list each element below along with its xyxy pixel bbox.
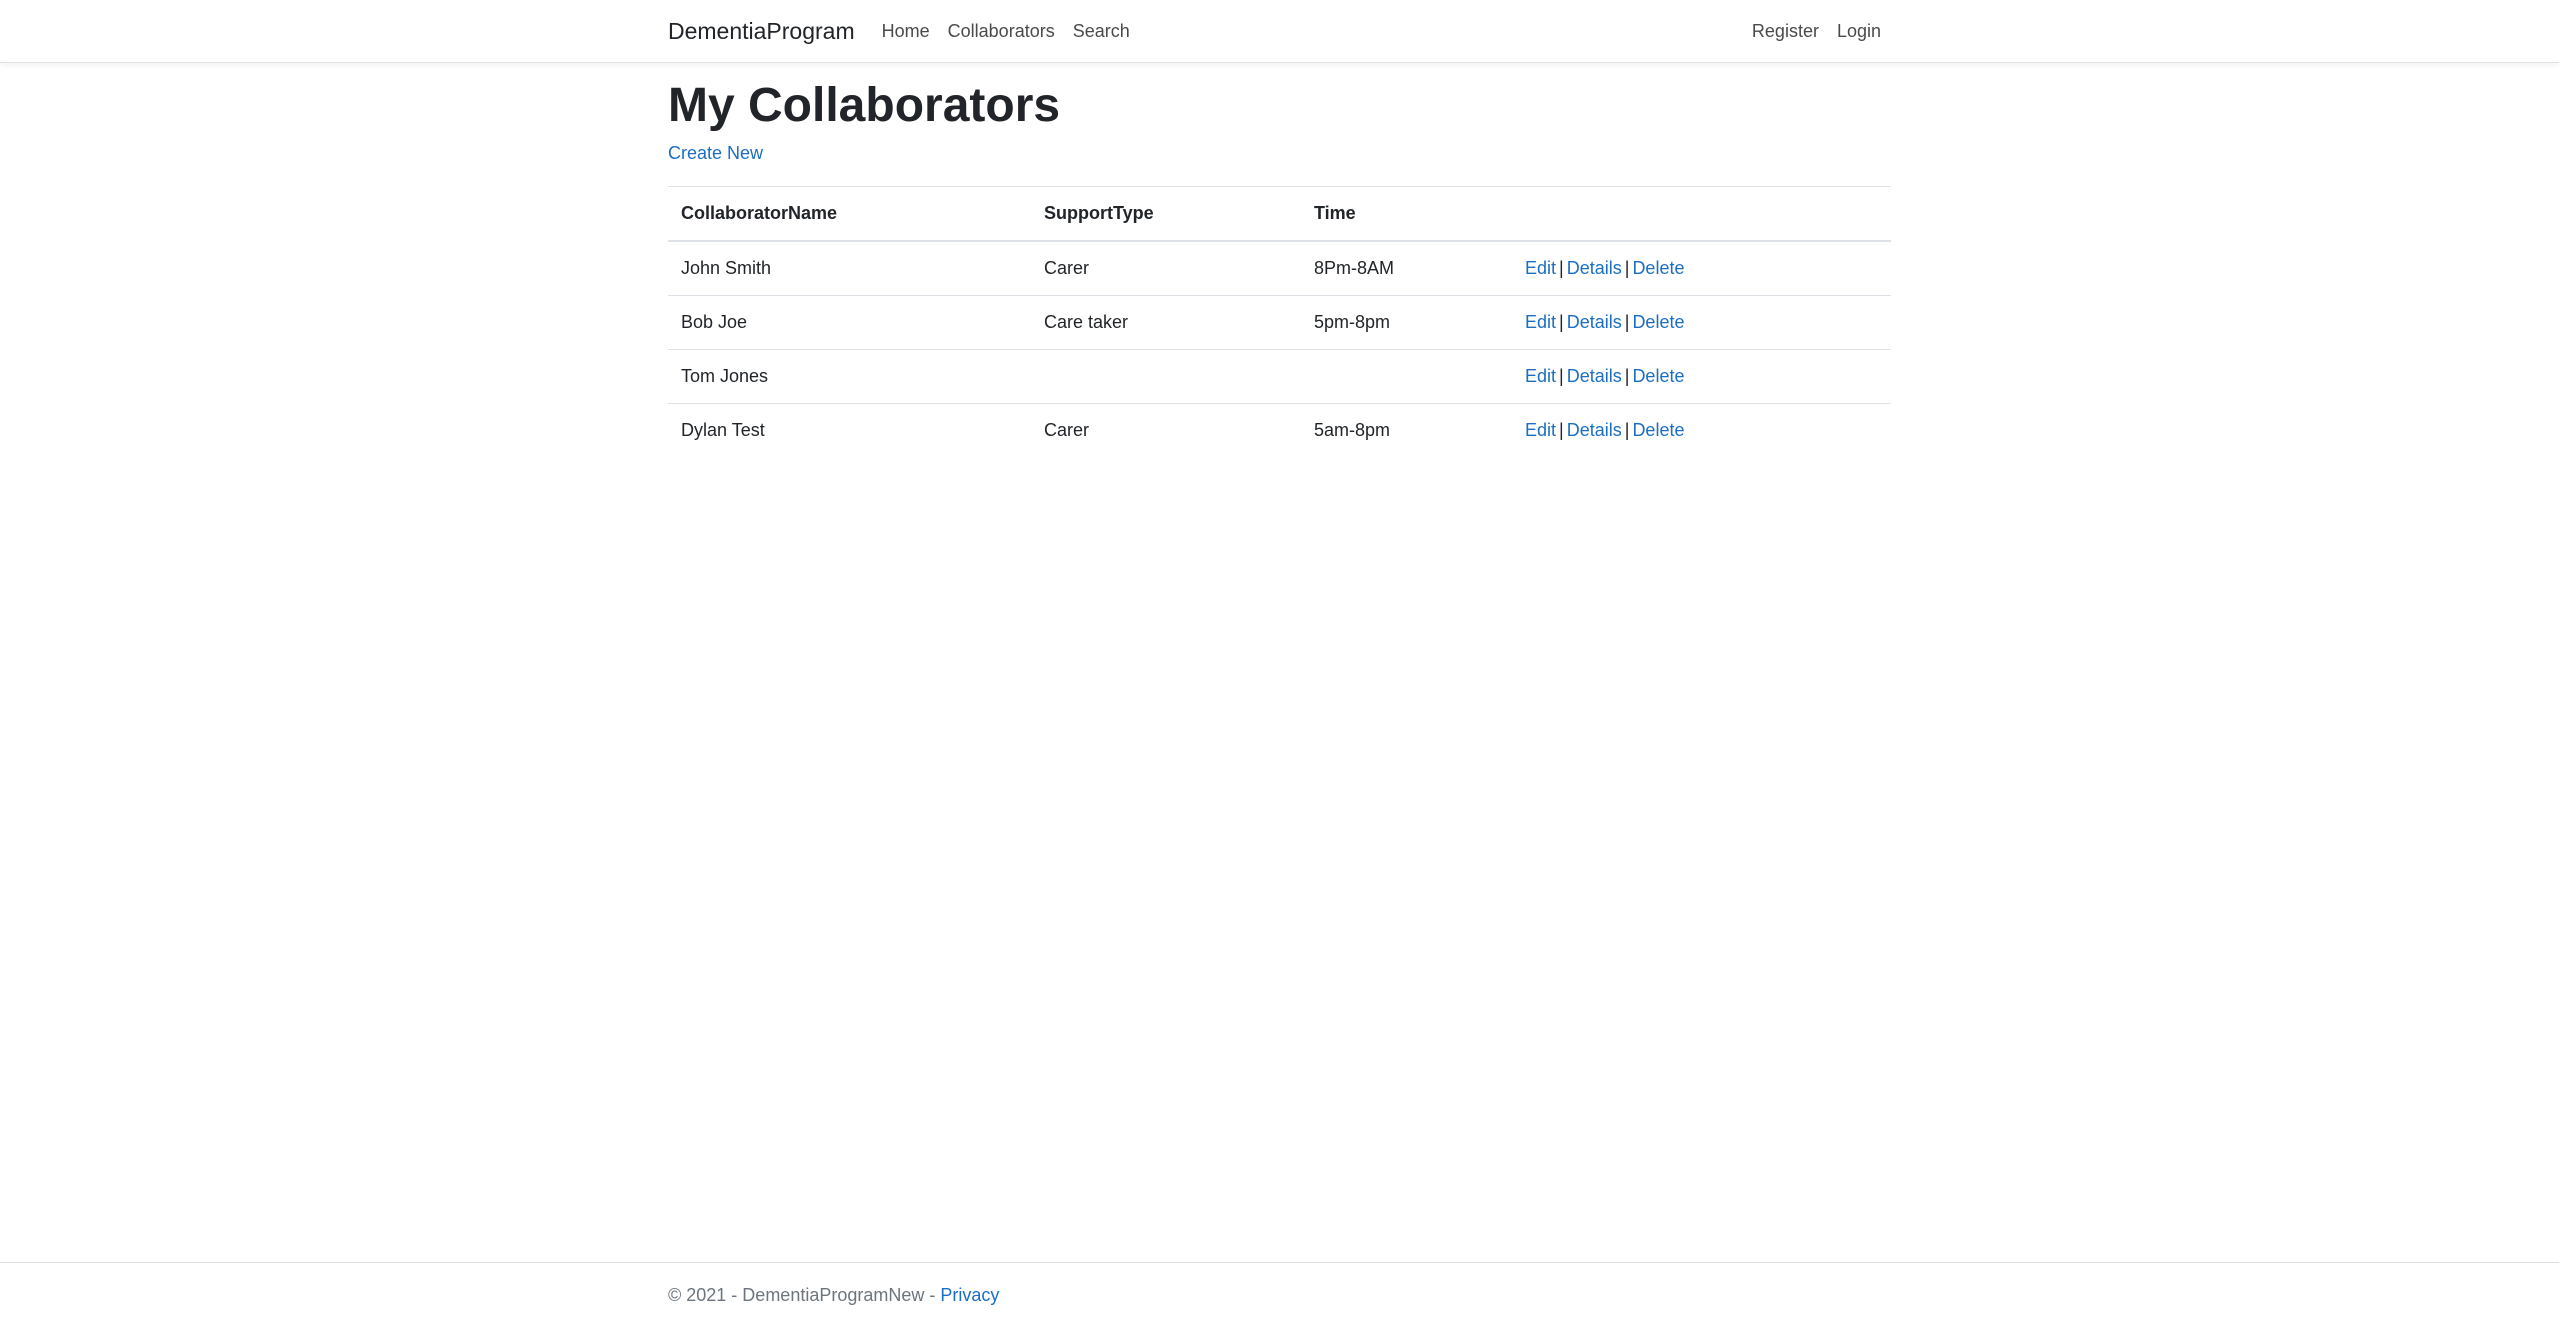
separator: | <box>1559 258 1564 278</box>
edit-link[interactable]: Edit <box>1525 258 1556 278</box>
header-time: Time <box>1301 186 1512 242</box>
cell-collaborator-name: Bob Joe <box>668 295 1031 350</box>
cell-actions: Edit | Details | Delete <box>1512 349 1891 404</box>
table-row: Dylan Test Carer 5am-8pm Edit | Details | De… <box>668 403 1891 457</box>
brand-link[interactable]: DementiaProgram <box>668 18 855 45</box>
cell-time <box>1301 349 1512 404</box>
header-collaborator-name: CollaboratorName <box>668 186 1031 242</box>
cell-collaborator-name: Dylan Test <box>668 403 1031 457</box>
separator: | <box>1624 420 1630 440</box>
delete-link[interactable]: Delete <box>1632 420 1684 440</box>
table-header: CollaboratorName SupportType Time <box>668 186 1891 242</box>
separator: | <box>1624 258 1630 278</box>
separator: | <box>1559 312 1564 332</box>
header-support-type: SupportType <box>1031 186 1301 242</box>
edit-link[interactable]: Edit <box>1525 420 1556 440</box>
privacy-link[interactable]: Privacy <box>940 1285 999 1305</box>
cell-actions: Edit | Details | Delete <box>1512 295 1891 350</box>
navbar: DementiaProgram Home Collaborators Searc… <box>0 0 2559 63</box>
collaborators-table: CollaboratorName SupportType Time John S… <box>668 186 1891 457</box>
table-header-row: CollaboratorName SupportType Time <box>668 186 1891 242</box>
details-link[interactable]: Details <box>1567 312 1622 332</box>
table-body: John Smith Carer 8Pm-8AM Edit | Details | De… <box>668 240 1891 457</box>
edit-link[interactable]: Edit <box>1525 366 1556 386</box>
details-link[interactable]: Details <box>1567 366 1622 386</box>
footer-copyright: © 2021 - DementiaProgramNew - <box>668 1285 941 1305</box>
edit-link[interactable]: Edit <box>1525 312 1556 332</box>
cell-time: 5am-8pm <box>1301 403 1512 457</box>
separator: | <box>1624 366 1630 386</box>
login-link[interactable]: Login <box>1837 21 1881 42</box>
cell-time: 5pm-8pm <box>1301 295 1512 350</box>
details-link[interactable]: Details <box>1567 420 1622 440</box>
table-row: John Smith Carer 8Pm-8AM Edit | Details | De… <box>668 240 1891 296</box>
cell-support-type <box>1031 349 1301 404</box>
nav-container: DementiaProgram Home Collaborators Searc… <box>668 0 1891 62</box>
delete-link[interactable]: Delete <box>1632 366 1684 386</box>
cell-collaborator-name: Tom Jones <box>668 349 1031 404</box>
cell-support-type: Carer <box>1031 240 1301 296</box>
footer: © 2021 - DementiaProgramNew - Privacy <box>0 1262 2559 1329</box>
header-actions <box>1512 186 1891 242</box>
nav-auth-links: Register Login <box>1734 21 1891 42</box>
nav-search-link[interactable]: Search <box>1073 21 1130 42</box>
cell-actions: Edit | Details | Delete <box>1512 403 1891 457</box>
cell-time: 8Pm-8AM <box>1301 240 1512 296</box>
cell-support-type: Carer <box>1031 403 1301 457</box>
table-row: Tom Jones Edit | Details | Delete <box>668 349 1891 404</box>
page-title: My Collaborators <box>668 79 1061 132</box>
separator: | <box>1559 366 1564 386</box>
register-link[interactable]: Register <box>1752 21 1819 42</box>
create-new-link[interactable]: Create New <box>668 143 763 164</box>
nav-collaborators-link[interactable]: Collaborators <box>948 21 1055 42</box>
separator: | <box>1624 312 1630 332</box>
cell-actions: Edit | Details | Delete <box>1512 240 1891 296</box>
cell-collaborator-name: John Smith <box>668 240 1031 296</box>
separator: | <box>1559 420 1564 440</box>
table-row: Bob Joe Care taker 5pm-8pm Edit | Details |… <box>668 295 1891 350</box>
delete-link[interactable]: Delete <box>1632 312 1684 332</box>
delete-link[interactable]: Delete <box>1632 258 1684 278</box>
footer-content: © 2021 - DementiaProgramNew - Privacy <box>668 1285 999 1306</box>
details-link[interactable]: Details <box>1567 258 1622 278</box>
cell-support-type: Care taker <box>1031 295 1301 350</box>
nav-home-link[interactable]: Home <box>882 21 930 42</box>
